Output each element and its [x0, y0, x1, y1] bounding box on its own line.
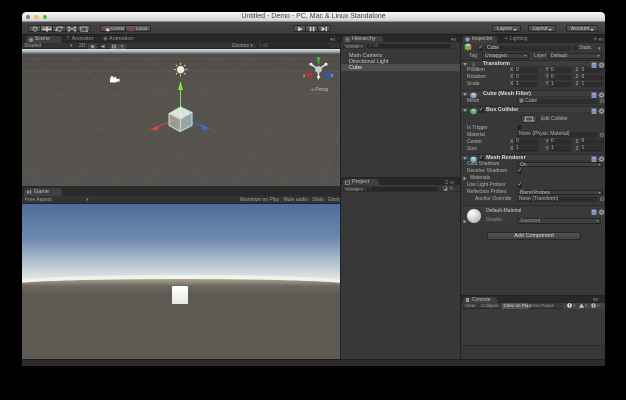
svg-text:z: z — [331, 73, 334, 78]
svg-text:x: x — [303, 73, 306, 78]
svg-text:◅ Persp: ◅ Persp — [310, 87, 329, 93]
